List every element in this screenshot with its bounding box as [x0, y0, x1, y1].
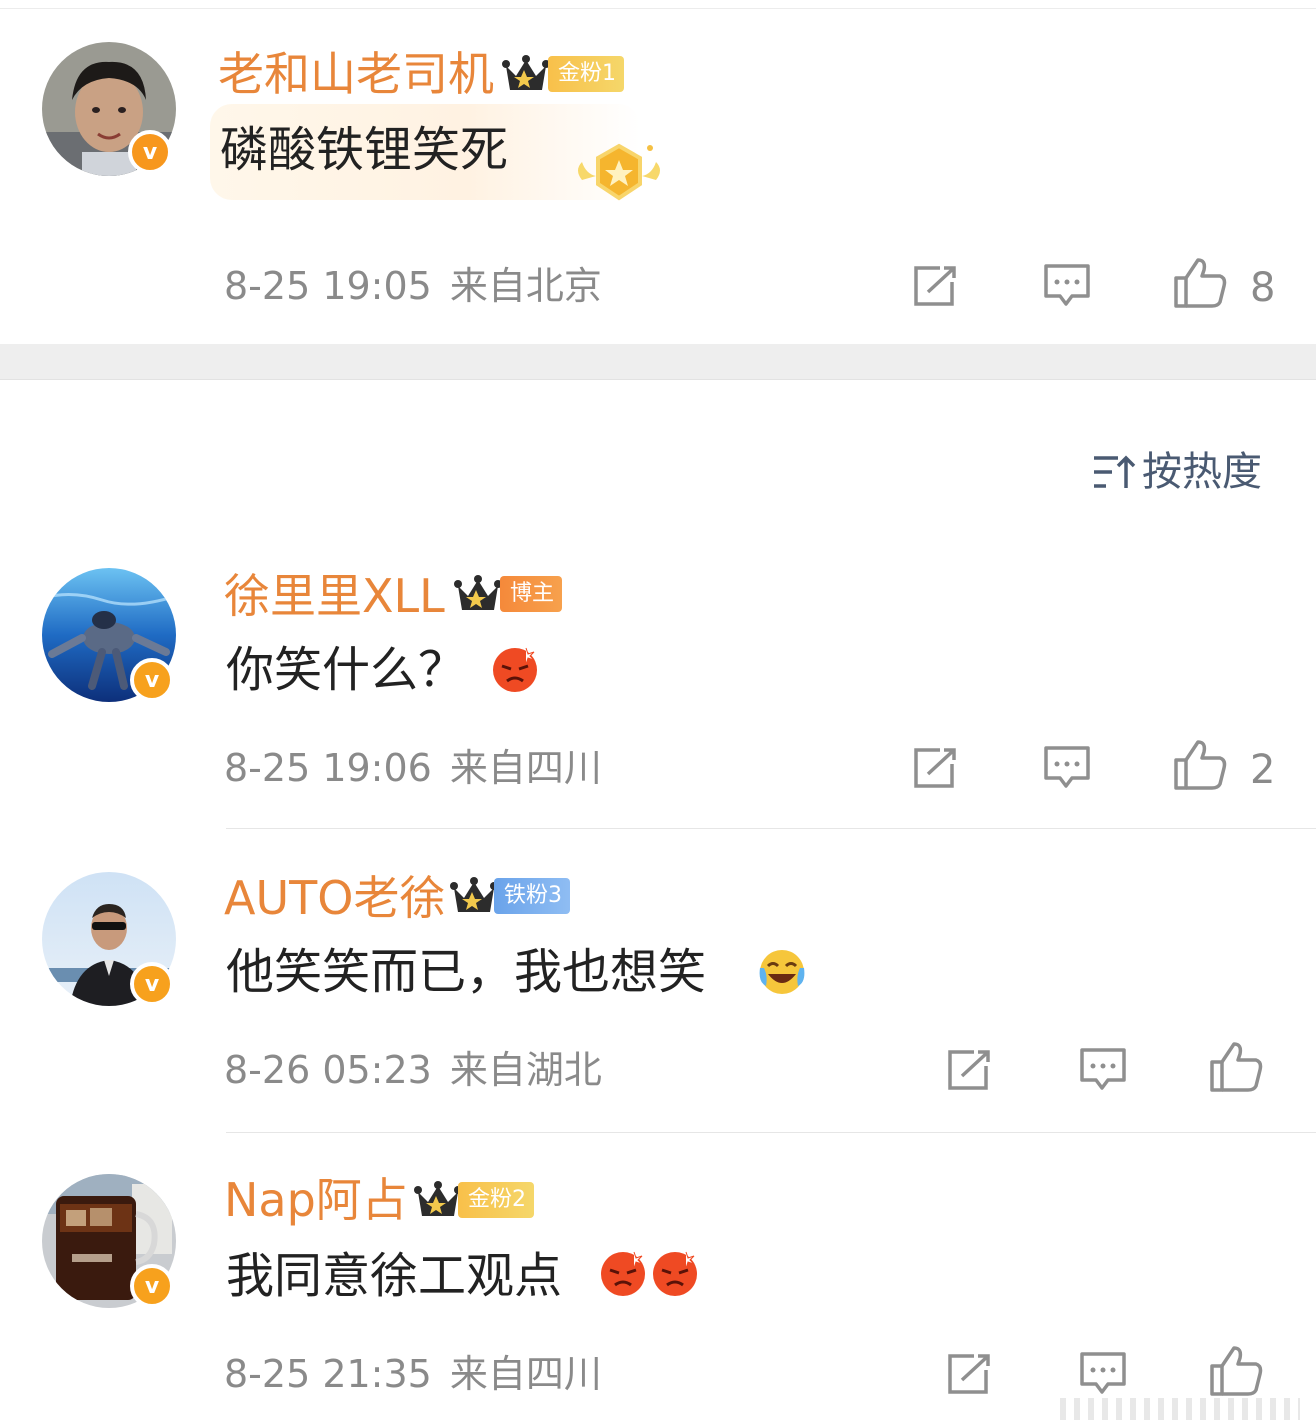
comment-divider [226, 1132, 1316, 1133]
comment-meta: 8-25 19:05 来自北京 [224, 264, 620, 308]
like-icon[interactable] [1172, 256, 1228, 310]
comment-time: 8-25 19:06 [224, 746, 432, 790]
comment-location: 来自四川 [449, 1352, 602, 1396]
share-icon[interactable] [944, 1352, 994, 1396]
comment-text: 磷酸铁锂笑死 [220, 122, 509, 178]
comment-text: 我同意徐工观点 [226, 1248, 563, 1304]
comment-divider [226, 828, 1316, 829]
comment-text: 他笑笑而已，我也想笑 [226, 944, 707, 1000]
comment-icon[interactable] [1042, 262, 1092, 308]
sort-label: 按热度 [1142, 449, 1262, 495]
username[interactable]: 徐里里XLL [224, 568, 445, 624]
comment-location: 来自湖北 [449, 1048, 602, 1092]
like-count: 2 [1250, 747, 1276, 793]
comment-location: 来自北京 [449, 264, 602, 308]
crown-icon [450, 877, 498, 912]
fan-badge[interactable]: 金粉2 [458, 1182, 534, 1218]
section-separator [0, 344, 1316, 380]
comment-icon[interactable] [1078, 1350, 1128, 1396]
comment-meta: 8-25 19:06 来自四川 [224, 746, 620, 790]
comment-meta: 8-25 21:35 来自四川 [224, 1352, 620, 1396]
comment-icon[interactable] [1078, 1046, 1128, 1092]
fan-badge[interactable]: 金粉1 [548, 56, 624, 92]
username[interactable]: AUTO老徐 [224, 870, 445, 926]
crown-icon [454, 575, 502, 610]
gold-star-badge-icon [578, 143, 660, 201]
comment-location: 来自四川 [449, 746, 602, 790]
verified-badge-icon: v [130, 962, 174, 1006]
sort-icon [1094, 455, 1136, 488]
fan-badge[interactable]: 铁粉3 [494, 878, 570, 914]
verified-badge-icon: v [130, 658, 174, 702]
comment-time: 8-26 05:23 [224, 1048, 432, 1092]
username[interactable]: 老和山老司机 [218, 46, 494, 102]
comment-icon[interactable] [1042, 744, 1092, 790]
like-icon[interactable] [1208, 1344, 1264, 1398]
comment-item: v 老和山老司机 金粉1 磷酸铁锂笑死 8-25 19:05 来自北京 8 [0, 0, 1316, 344]
crown-icon [502, 55, 550, 90]
angry-face-emoji-icon [493, 647, 537, 692]
username[interactable]: Nap阿占 [224, 1172, 408, 1228]
comment-item: v Nap阿占 金粉2 我同意徐工观点 8-25 21:35 来自四川 [0, 1134, 1316, 1428]
sort-button[interactable]: 按热度 [1092, 448, 1262, 496]
like-icon[interactable] [1208, 1040, 1264, 1094]
comment-time: 8-25 21:35 [224, 1352, 432, 1396]
share-icon[interactable] [910, 746, 960, 790]
verified-badge-icon: v [130, 1264, 174, 1308]
comment-item: v AUTO老徐 铁粉3 他笑笑而已，我也想笑 8-26 05:23 来自湖北 [0, 830, 1316, 1132]
crown-icon [414, 1181, 462, 1216]
share-icon[interactable] [944, 1048, 994, 1092]
angry-face-emoji-icon [601, 1251, 645, 1296]
comment-meta: 8-26 05:23 来自湖北 [224, 1048, 620, 1092]
fan-badge[interactable]: 博主 [500, 576, 563, 612]
comment-item: v 徐里里XLL 博主 你笑什么？ 8-25 19:06 来自四川 2 [0, 540, 1316, 830]
like-count: 8 [1250, 265, 1276, 311]
laughing-tears-emoji-icon [759, 950, 805, 994]
comment-text: 你笑什么？ [226, 642, 467, 698]
like-icon[interactable] [1172, 738, 1228, 792]
angry-face-emoji-icon [653, 1251, 697, 1296]
share-icon[interactable] [910, 264, 960, 308]
watermark [1060, 1398, 1300, 1420]
verified-badge-icon: v [128, 130, 172, 174]
comment-time: 8-25 19:05 [224, 264, 432, 308]
